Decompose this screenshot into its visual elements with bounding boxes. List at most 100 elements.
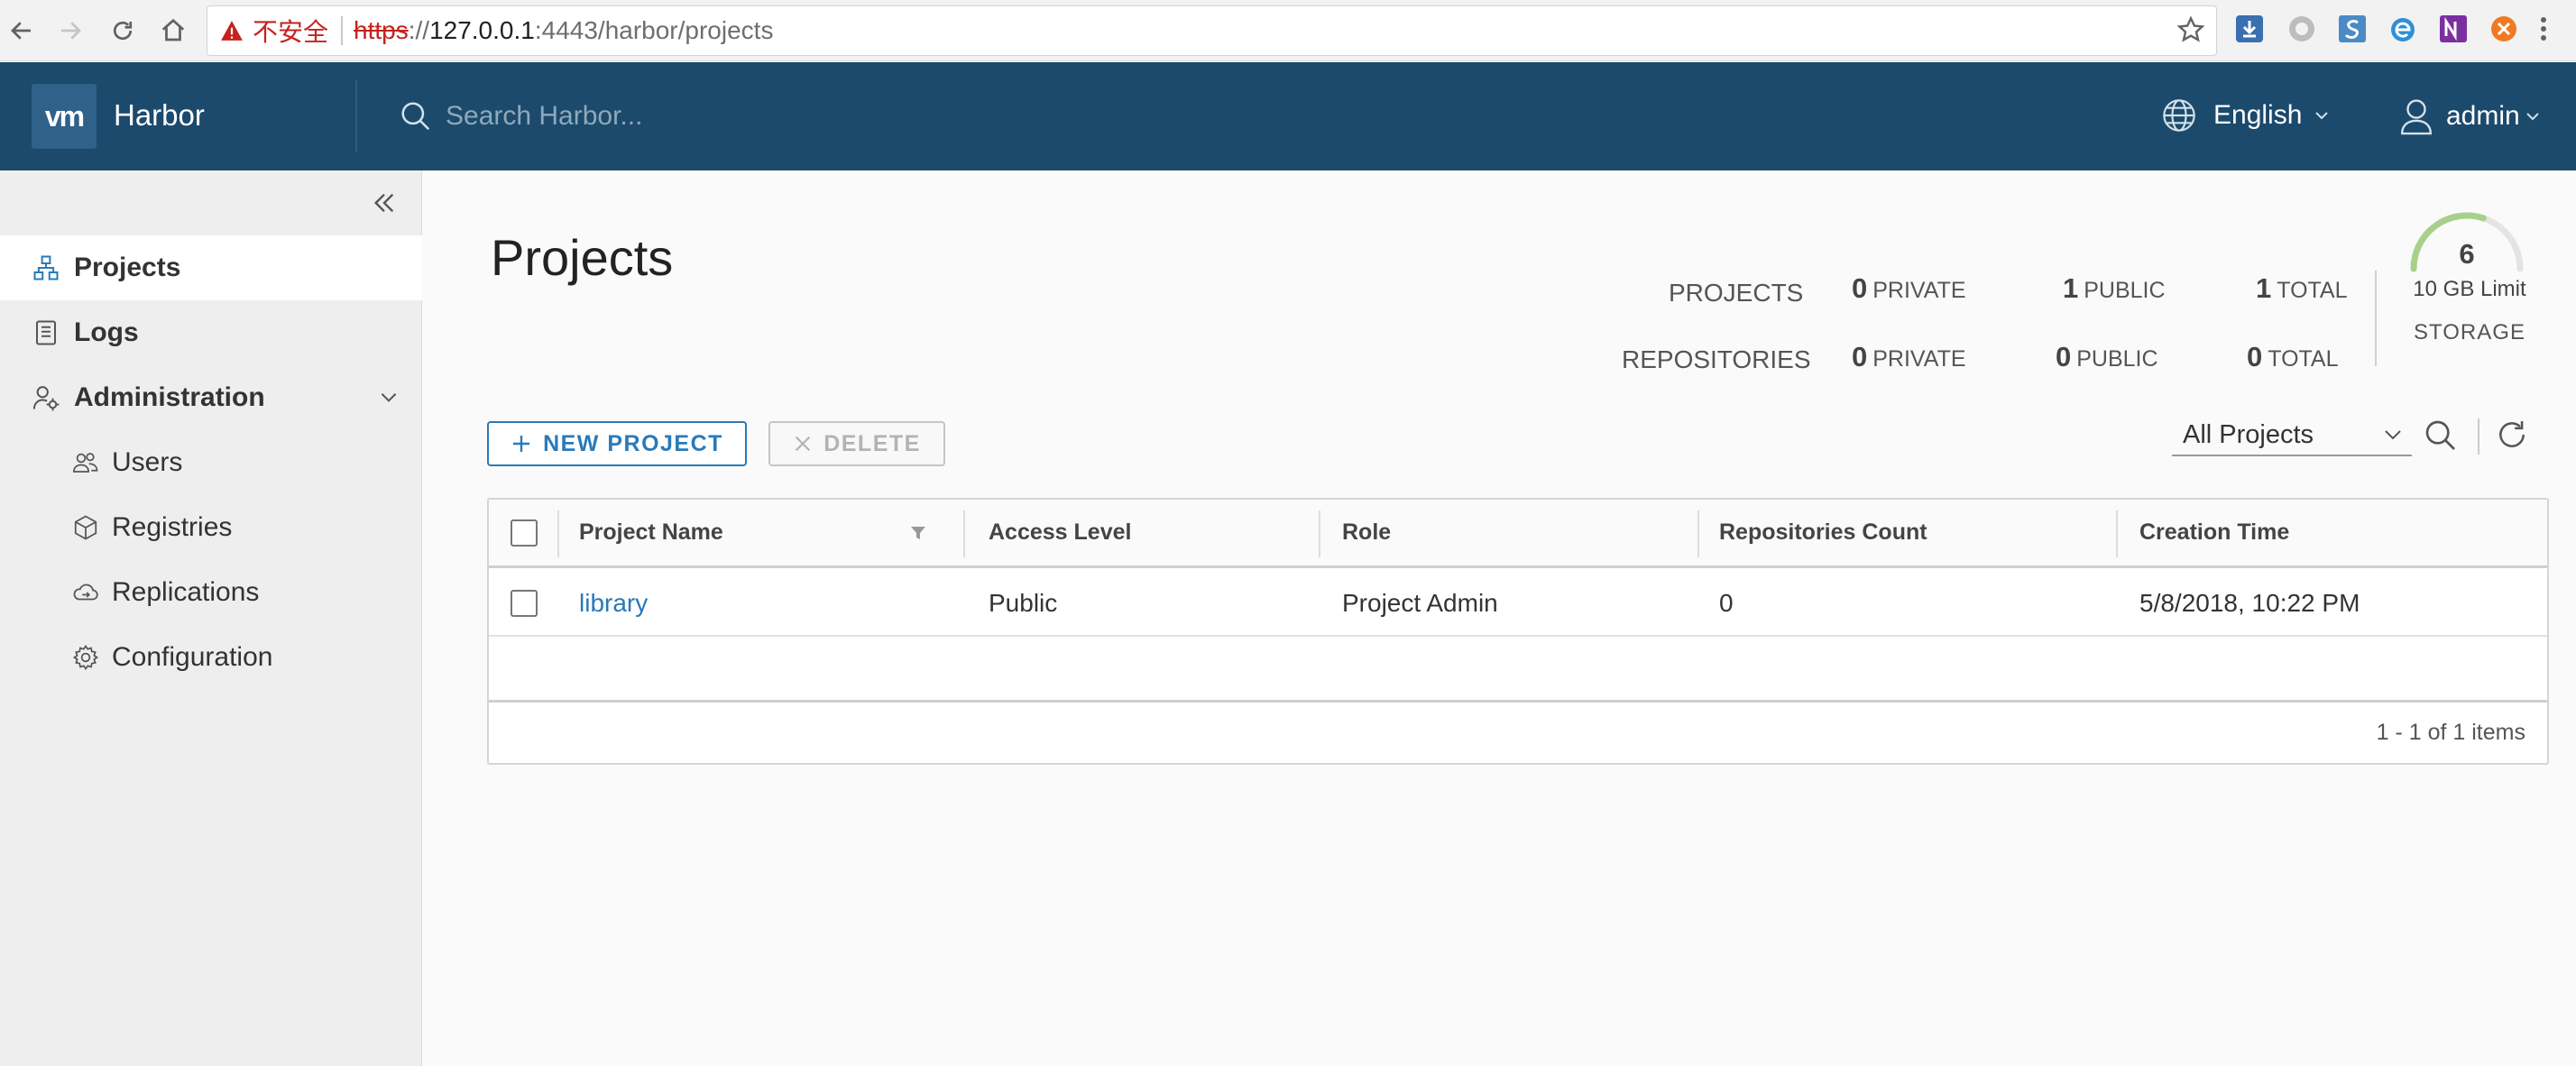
pagination-summary: 1 - 1 of 1 items bbox=[2376, 720, 2525, 745]
sidebar-item-administration[interactable]: Administration bbox=[0, 365, 422, 430]
projects-total-count: 1 bbox=[2256, 272, 2272, 304]
forward-icon[interactable] bbox=[51, 11, 90, 51]
insecure-label: 不安全 bbox=[253, 18, 329, 46]
column-separator bbox=[557, 510, 559, 557]
column-header-role[interactable]: Role bbox=[1342, 500, 1391, 565]
user-icon bbox=[2399, 97, 2433, 135]
project-name-cell: library bbox=[579, 571, 648, 635]
datagrid-footer: 1 - 1 of 1 items bbox=[489, 700, 2547, 763]
onenote-extension-icon[interactable] bbox=[2437, 13, 2470, 45]
table-row[interactable]: library Public Project Admin 0 5/8/2018,… bbox=[489, 571, 2547, 637]
vmware-logo[interactable]: vm bbox=[32, 84, 97, 149]
projects-private-count: 0 bbox=[1852, 272, 1868, 304]
projects-public-count: 1 bbox=[2063, 272, 2079, 304]
row-checkbox[interactable] bbox=[511, 589, 538, 617]
browser-toolbar: 不安全 https :// 127.0.0.1 :4443/harbor/pro… bbox=[0, 0, 2576, 61]
total-label: TOTAL bbox=[2268, 346, 2339, 372]
globe-icon bbox=[2161, 97, 2197, 133]
select-all-checkbox[interactable] bbox=[511, 519, 538, 547]
circle-extension-icon[interactable] bbox=[2286, 13, 2318, 45]
chevron-down-icon bbox=[2383, 428, 2403, 441]
access-level-cell: Public bbox=[989, 588, 1058, 617]
global-search bbox=[399, 99, 915, 133]
column-separator bbox=[2116, 510, 2118, 557]
address-bar[interactable]: 不安全 https :// 127.0.0.1 :4443/harbor/pro… bbox=[207, 5, 2217, 56]
app-name[interactable]: Harbor bbox=[114, 98, 205, 133]
language-selector[interactable]: English bbox=[2161, 97, 2329, 133]
delete-button[interactable]: DELETE bbox=[768, 421, 945, 466]
storage-limit: 10 GB Limit bbox=[2413, 277, 2526, 301]
creation-time-cell: 5/8/2018, 10:22 PM bbox=[2139, 588, 2360, 617]
toolbar-divider bbox=[2478, 418, 2479, 455]
sidebar-item-label: Configuration bbox=[112, 642, 273, 672]
sidebar-item-label: Replications bbox=[112, 577, 260, 607]
column-header-project-name[interactable]: Project Name bbox=[579, 500, 723, 565]
column-separator bbox=[963, 510, 965, 557]
sidebar-item-users[interactable]: Users bbox=[0, 430, 422, 495]
bookmark-star-icon[interactable] bbox=[2176, 15, 2205, 44]
storage-count: 6 bbox=[2459, 238, 2475, 270]
projects-public-stat: 1 PUBLIC bbox=[2063, 272, 2166, 305]
column-header-label: Access Level bbox=[989, 519, 1132, 545]
search-icon bbox=[399, 99, 433, 133]
download-extension-icon[interactable] bbox=[2233, 13, 2266, 45]
sidebar-item-label: Administration bbox=[74, 382, 265, 412]
address-separator bbox=[341, 16, 344, 45]
repos-private-stat: 0 PRIVATE bbox=[1852, 341, 1966, 373]
page-title: Projects bbox=[491, 229, 674, 286]
url-host: 127.0.0.1 bbox=[429, 16, 535, 44]
header-divider bbox=[355, 80, 357, 152]
back-icon[interactable] bbox=[2, 11, 41, 51]
total-label: TOTAL bbox=[2277, 278, 2348, 303]
orange-extension-icon[interactable] bbox=[2488, 13, 2520, 45]
chevron-down-icon[interactable] bbox=[377, 385, 400, 409]
repos-total-count: 0 bbox=[2247, 341, 2263, 372]
reload-icon[interactable] bbox=[103, 11, 143, 51]
sidebar-item-label: Registries bbox=[112, 512, 233, 542]
sidebar-item-logs[interactable]: Logs bbox=[0, 300, 422, 365]
url-scheme: https bbox=[354, 16, 409, 44]
public-label: PUBLIC bbox=[2076, 346, 2158, 372]
column-separator bbox=[1697, 510, 1699, 557]
replications-icon bbox=[72, 579, 99, 606]
projects-icon bbox=[32, 254, 60, 281]
plus-icon bbox=[513, 436, 530, 452]
sidebar-item-configuration[interactable]: Configuration bbox=[0, 625, 422, 690]
menu-kebab-icon[interactable] bbox=[2536, 13, 2551, 45]
refresh-icon[interactable] bbox=[2495, 418, 2529, 452]
repos-total-stat: 0 TOTAL bbox=[2247, 341, 2339, 373]
project-link[interactable]: library bbox=[579, 589, 648, 618]
sidebar-item-registries[interactable]: Registries bbox=[0, 495, 422, 560]
close-icon bbox=[796, 436, 811, 452]
column-header-creation-time[interactable]: Creation Time bbox=[2139, 500, 2289, 565]
repo-count-cell: 0 bbox=[1719, 588, 1734, 617]
home-icon[interactable] bbox=[153, 11, 193, 51]
user-menu[interactable]: admin bbox=[2399, 97, 2540, 135]
search-input[interactable] bbox=[446, 101, 915, 132]
e-extension-icon[interactable] bbox=[2387, 13, 2419, 45]
column-header-label: Creation Time bbox=[2139, 519, 2290, 545]
sidebar-item-replications[interactable]: Replications bbox=[0, 560, 422, 625]
filter-icon[interactable] bbox=[909, 500, 927, 565]
column-header-repositories-count[interactable]: Repositories Count bbox=[1719, 500, 1927, 565]
storage-label: STORAGE bbox=[2414, 320, 2525, 345]
column-header-label: Repositories Count bbox=[1719, 519, 1927, 545]
collapse-sidebar-icon[interactable] bbox=[370, 188, 399, 217]
datagrid-header: Project Name Access Level Role Repositor… bbox=[489, 500, 2547, 568]
new-project-button[interactable]: NEW PROJECT bbox=[487, 421, 747, 466]
private-label: PRIVATE bbox=[1872, 346, 1966, 372]
projects-private-stat: 0 PRIVATE bbox=[1852, 272, 1966, 305]
sidebar-item-label: Users bbox=[112, 447, 183, 477]
s-extension-icon[interactable] bbox=[2336, 13, 2369, 45]
repositories-stat-label: REPOSITORIES bbox=[1622, 345, 1811, 373]
role-cell: Project Admin bbox=[1342, 588, 1498, 617]
column-header-access-level[interactable]: Access Level bbox=[989, 500, 1131, 565]
project-filter-select[interactable]: All Projects bbox=[2172, 415, 2412, 456]
registries-icon bbox=[72, 514, 99, 541]
users-icon bbox=[72, 449, 99, 476]
projects-datagrid: Project Name Access Level Role Repositor… bbox=[487, 498, 2549, 765]
repos-private-count: 0 bbox=[1852, 341, 1868, 372]
warning-icon bbox=[220, 20, 244, 41]
search-icon[interactable] bbox=[2423, 418, 2459, 454]
sidebar-item-projects[interactable]: Projects bbox=[0, 235, 422, 300]
